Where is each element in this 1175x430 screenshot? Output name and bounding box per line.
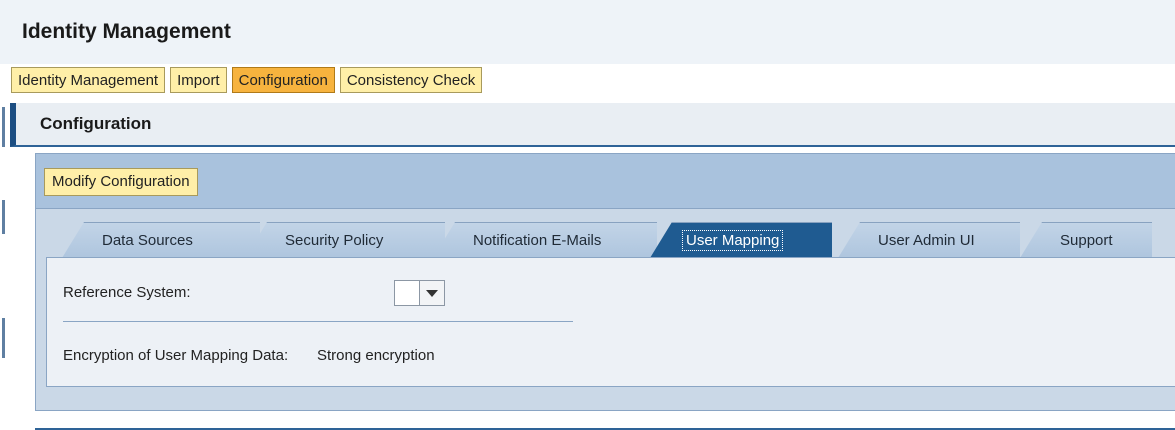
tab-content: Reference System: Encryption of User Map… bbox=[46, 257, 1175, 387]
config-tabstrip: Data Sources Security Policy Notificatio… bbox=[62, 222, 1175, 258]
tab-label: User Mapping bbox=[681, 230, 784, 251]
tab-data-sources[interactable]: Data Sources bbox=[62, 222, 260, 258]
top-tab-consistency-check[interactable]: Consistency Check bbox=[339, 67, 483, 93]
app-title: Identity Management bbox=[22, 20, 231, 43]
section-title: Configuration bbox=[40, 114, 152, 133]
top-tab-strip: Identity Management Import Configuration… bbox=[11, 67, 483, 95]
title-bar: Identity Management bbox=[0, 0, 1175, 64]
left-edge-marker bbox=[2, 200, 5, 234]
tab-support[interactable]: Support bbox=[1020, 222, 1152, 258]
left-edge-marker bbox=[2, 107, 5, 147]
reference-system-label: Reference System: bbox=[63, 284, 191, 301]
encryption-value: Strong encryption bbox=[317, 347, 435, 364]
tab-label: Notification E-Mails bbox=[473, 232, 602, 249]
modify-configuration-button[interactable]: Modify Configuration bbox=[44, 168, 198, 196]
top-tab-import[interactable]: Import bbox=[170, 67, 227, 93]
left-edge-marker bbox=[2, 318, 5, 358]
tab-user-admin-ui[interactable]: User Admin UI bbox=[838, 222, 1020, 258]
panel-toolbar: Modify Configuration bbox=[36, 154, 1175, 209]
section-header: Configuration bbox=[10, 103, 1175, 147]
tab-notification-emails[interactable]: Notification E-Mails bbox=[433, 222, 657, 258]
tab-security-policy[interactable]: Security Policy bbox=[245, 222, 445, 258]
configuration-panel: Modify Configuration Data Sources Securi… bbox=[35, 153, 1175, 411]
top-tab-configuration[interactable]: Configuration bbox=[231, 67, 335, 93]
reference-system-dropdown[interactable] bbox=[394, 280, 445, 306]
top-tab-identity-management[interactable]: Identity Management bbox=[11, 67, 166, 93]
tab-user-mapping[interactable]: User Mapping bbox=[650, 222, 832, 258]
tab-label: Support bbox=[1060, 232, 1113, 249]
encryption-label: Encryption of User Mapping Data: bbox=[63, 347, 289, 364]
chevron-down-icon[interactable] bbox=[419, 281, 444, 305]
tab-label: User Admin UI bbox=[878, 232, 975, 249]
divider bbox=[63, 321, 573, 322]
tab-label: Security Policy bbox=[285, 232, 384, 249]
tab-label: Data Sources bbox=[102, 232, 193, 249]
